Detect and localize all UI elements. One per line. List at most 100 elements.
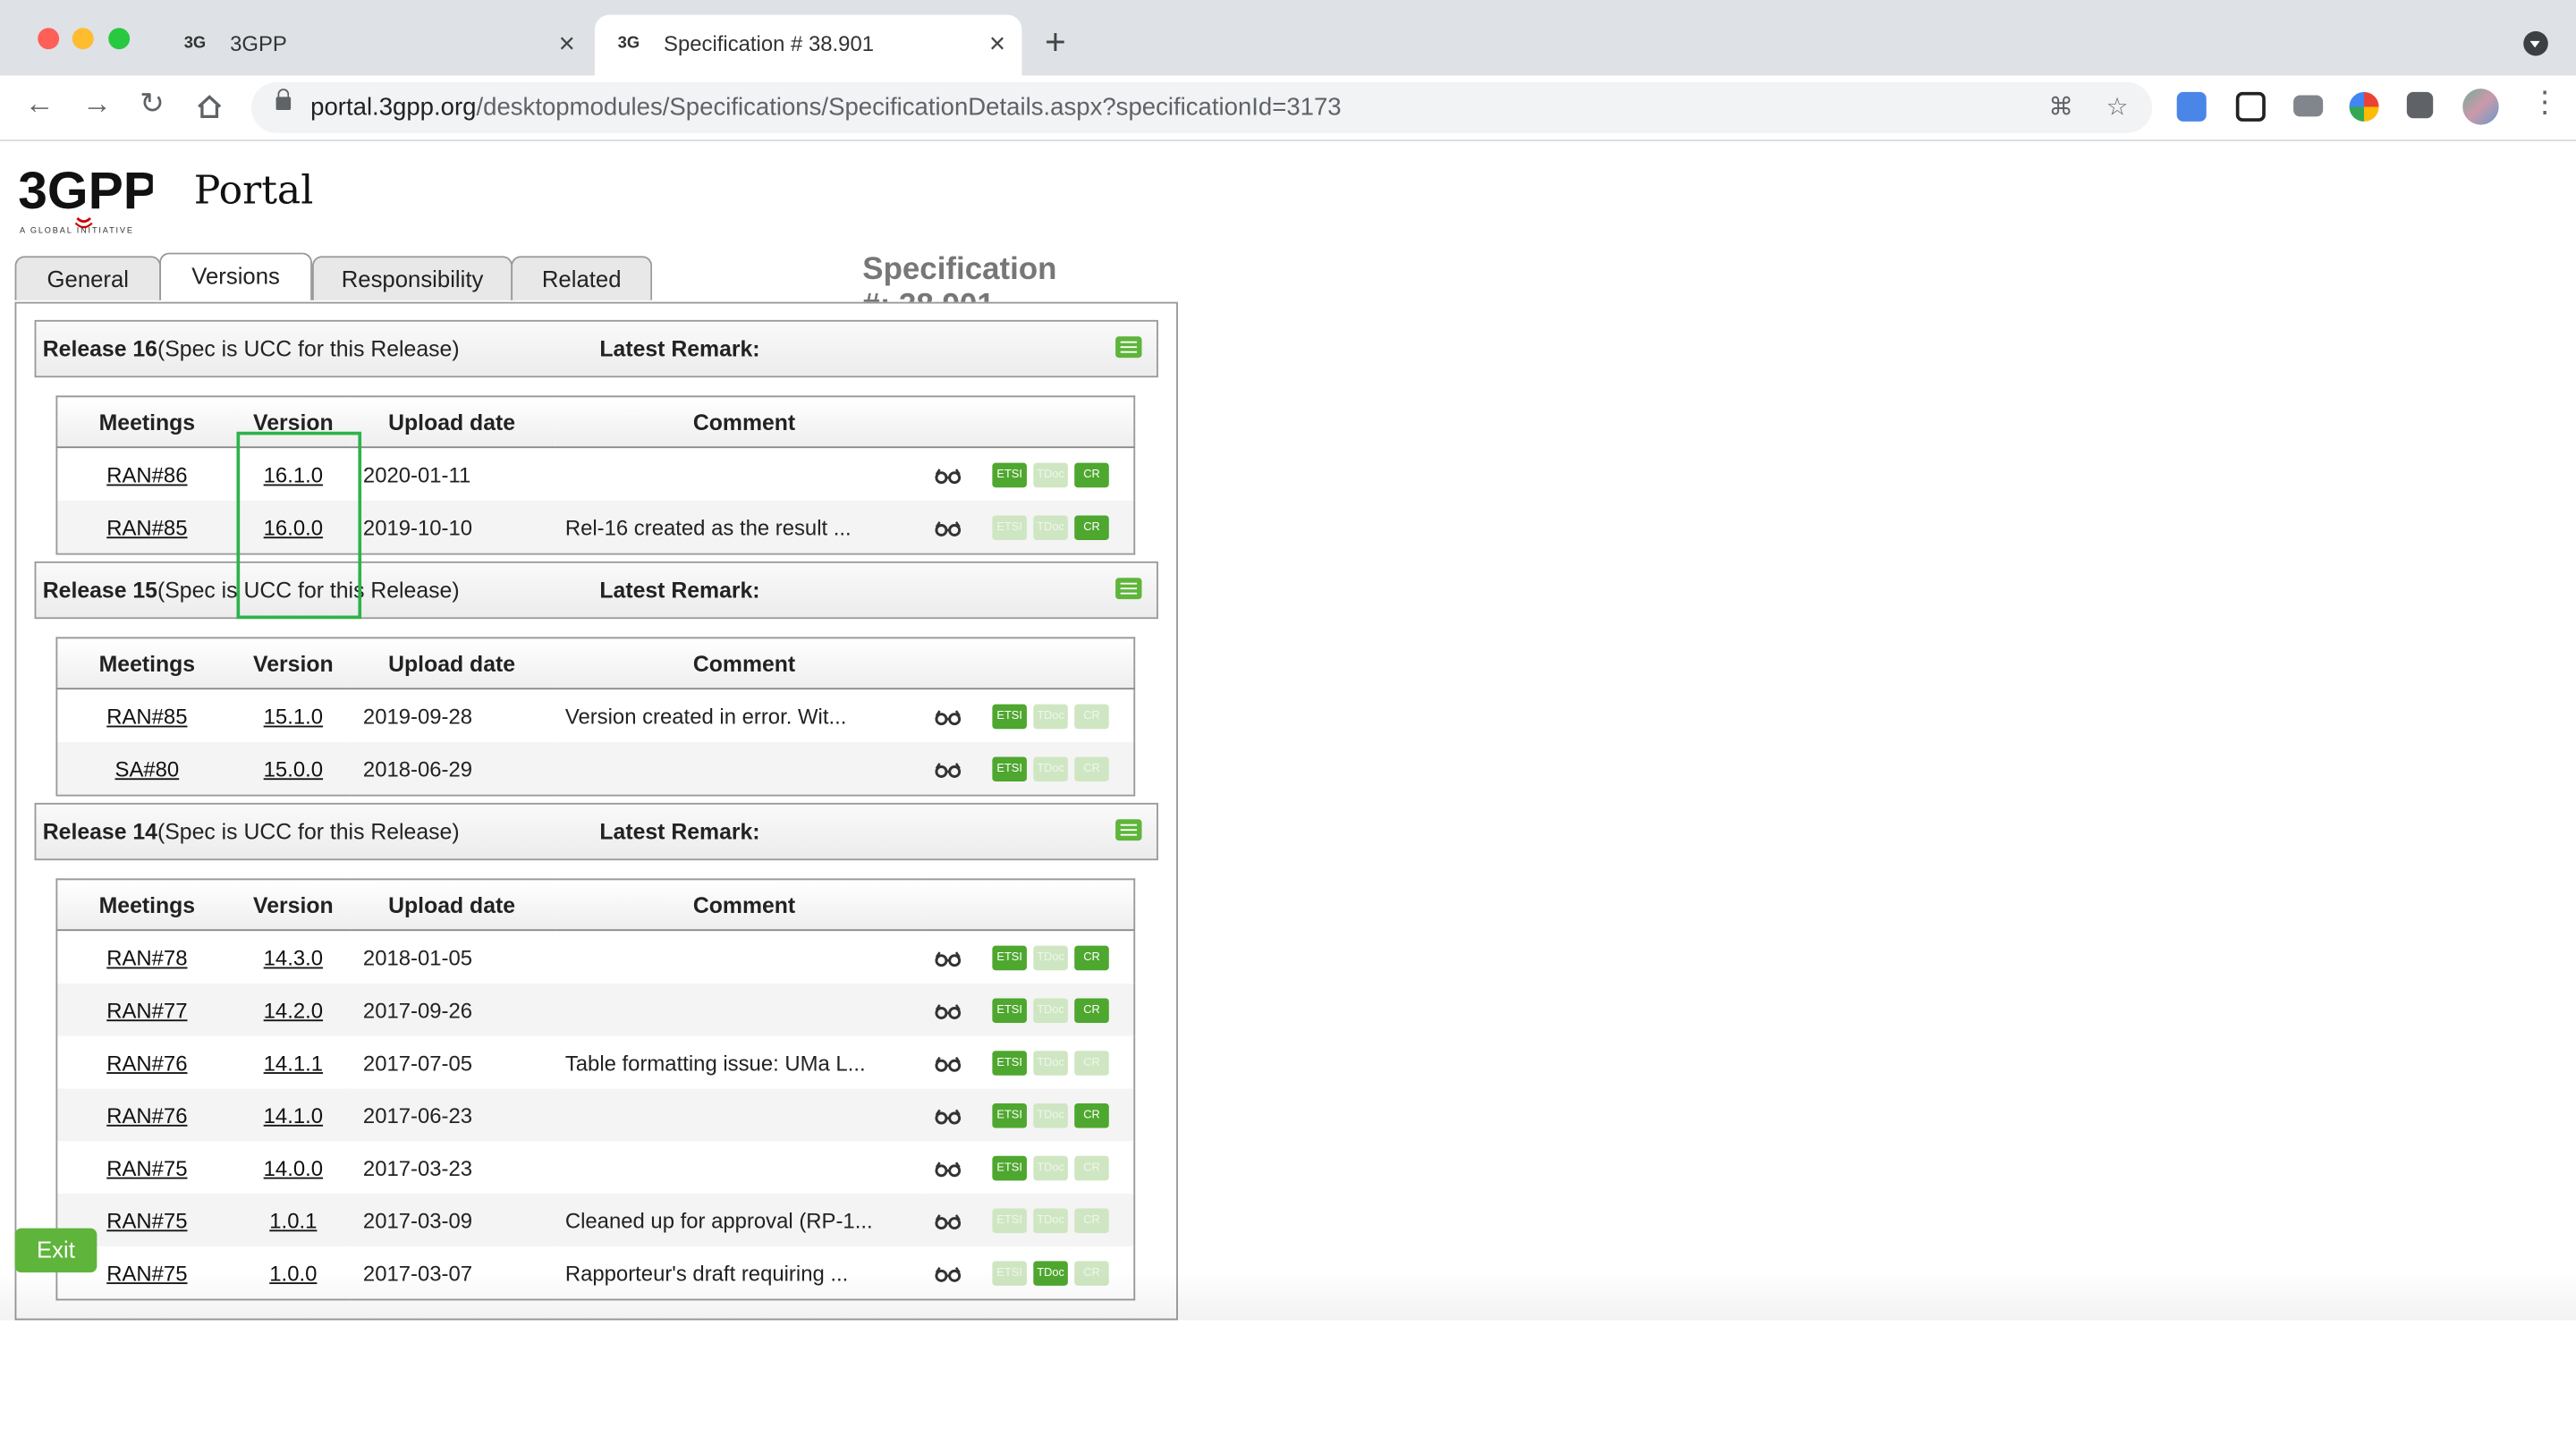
- tdoc-badge: TDoc: [1033, 515, 1068, 541]
- version-link[interactable]: 14.1.0: [264, 1102, 323, 1128]
- etsi-badge[interactable]: ETSI: [992, 1103, 1027, 1128]
- meeting-link[interactable]: RAN#75: [106, 1155, 187, 1180]
- bookmark-star-icon[interactable]: ☆: [2106, 92, 2129, 122]
- etsi-badge[interactable]: ETSI: [992, 945, 1027, 971]
- view-glasses-icon[interactable]: [935, 1055, 962, 1071]
- release-name: Release 14: [42, 819, 157, 844]
- extensions-puzzle-icon[interactable]: [2406, 91, 2434, 119]
- remark-comment-icon[interactable]: [1115, 819, 1142, 841]
- version-link[interactable]: 15.1.0: [264, 704, 323, 729]
- view-glasses-icon[interactable]: [935, 467, 962, 484]
- meeting-link[interactable]: RAN#76: [106, 1102, 187, 1128]
- maximize-window-button[interactable]: [108, 28, 131, 50]
- translate-icon[interactable]: ⌘: [2048, 92, 2073, 122]
- meeting-link[interactable]: RAN#85: [106, 704, 187, 729]
- column-header-actions: [925, 879, 1135, 932]
- new-tab-icon[interactable]: +: [1045, 21, 1066, 64]
- home-icon[interactable]: [196, 94, 224, 120]
- upload-date: 2017-03-09: [350, 1194, 555, 1246]
- versions-table: Meetings Version Upload date Comment RAN#86 1…: [55, 395, 1136, 555]
- browser-tab-specification[interactable]: 3G Specification # 38.901 ×: [594, 14, 1022, 76]
- view-glasses-icon[interactable]: [935, 519, 962, 536]
- camera-extension-icon[interactable]: [2293, 95, 2324, 117]
- comment-text: Table formatting issue: UMa L...: [564, 1050, 866, 1075]
- comment-text: [555, 741, 926, 796]
- tab-responsibility[interactable]: Responsibility: [311, 256, 513, 300]
- minimize-window-button[interactable]: [72, 28, 94, 50]
- meeting-link[interactable]: SA#80: [115, 756, 180, 781]
- cr-badge[interactable]: CR: [1074, 945, 1109, 971]
- view-glasses-icon[interactable]: [935, 950, 962, 967]
- version-link[interactable]: 14.1.1: [264, 1050, 323, 1075]
- view-glasses-icon[interactable]: [935, 708, 962, 725]
- meeting-link[interactable]: RAN#86: [106, 462, 187, 487]
- version-link[interactable]: 1.0.1: [269, 1208, 317, 1233]
- version-link[interactable]: 14.0.0: [264, 1155, 323, 1180]
- forward-icon[interactable]: →: [82, 87, 112, 122]
- meeting-link[interactable]: RAN#75: [106, 1208, 187, 1233]
- etsi-badge[interactable]: ETSI: [992, 1155, 1027, 1181]
- view-glasses-icon[interactable]: [935, 1002, 962, 1019]
- version-link[interactable]: 14.3.0: [264, 945, 323, 970]
- address-bar[interactable]: portal.3gpp.org/desktopmodules/Specifica…: [251, 81, 2153, 133]
- 3gpp-favicon-icon: 3G: [618, 32, 640, 51]
- etsi-badge: ETSI: [992, 515, 1027, 541]
- chrome-extension-icon[interactable]: [2349, 91, 2379, 122]
- browser-tab-3gpp[interactable]: 3G 3GPP ×: [161, 15, 591, 76]
- table-row: RAN#85 15.1.0 2019-09-28 Version created in…: [56, 688, 1134, 742]
- etsi-badge[interactable]: ETSI: [992, 462, 1027, 488]
- reload-icon[interactable]: ↻: [140, 87, 165, 122]
- exit-button[interactable]: Exit: [14, 1228, 97, 1273]
- column-header-comment: Comment: [555, 879, 926, 932]
- view-glasses-icon[interactable]: [935, 761, 962, 778]
- tab-related[interactable]: Related: [511, 256, 653, 300]
- cr-badge: CR: [1074, 756, 1109, 782]
- view-glasses-icon[interactable]: [935, 1212, 962, 1229]
- remark-comment-icon[interactable]: [1115, 336, 1142, 359]
- etsi-badge[interactable]: ETSI: [992, 998, 1027, 1024]
- etsi-badge[interactable]: ETSI: [992, 756, 1027, 782]
- meeting-link[interactable]: RAN#77: [106, 998, 187, 1023]
- release-name: Release 15: [42, 578, 157, 603]
- upload-date: 2017-03-23: [362, 1154, 473, 1180]
- upload-date: 2018-06-29: [350, 741, 555, 796]
- page-bottom-fade: [0, 1271, 2576, 1321]
- etsi-badge[interactable]: ETSI: [992, 1051, 1027, 1076]
- meeting-link[interactable]: RAN#78: [106, 945, 187, 970]
- browser-menu-icon[interactable]: ⋮: [2530, 86, 2560, 121]
- meeting-link[interactable]: RAN#76: [106, 1050, 187, 1075]
- column-header-comment: Comment: [555, 396, 926, 449]
- column-header-upload-date: Upload date: [350, 879, 555, 932]
- remark-comment-icon[interactable]: [1115, 578, 1142, 600]
- close-tab-icon[interactable]: ×: [559, 28, 575, 61]
- lock-icon[interactable]: [275, 89, 292, 111]
- meeting-link[interactable]: RAN#85: [106, 515, 187, 540]
- notion-extension-icon[interactable]: [2235, 91, 2266, 122]
- column-header-meetings: Meetings: [56, 879, 237, 932]
- table-row: RAN#85 16.0.0 2019-10-10 Rel-16 created as …: [56, 500, 1135, 554]
- version-link[interactable]: 14.2.0: [264, 998, 323, 1023]
- cr-badge[interactable]: CR: [1074, 998, 1109, 1024]
- tab-bar: 3G 3GPP × 3G Specification # 38.901 × +: [0, 0, 2576, 76]
- tab-search-icon[interactable]: [2523, 30, 2548, 56]
- view-glasses-icon[interactable]: [935, 1108, 962, 1124]
- cr-badge[interactable]: CR: [1074, 1103, 1109, 1128]
- tab-versions[interactable]: Versions: [159, 252, 312, 300]
- profile-avatar[interactable]: [2462, 89, 2499, 125]
- cr-badge[interactable]: CR: [1074, 462, 1109, 488]
- google-translate-extension-icon[interactable]: [2176, 91, 2207, 122]
- etsi-badge[interactable]: ETSI: [992, 704, 1027, 730]
- upload-date: 2017-07-05: [362, 1050, 473, 1075]
- url-text[interactable]: portal.3gpp.org/desktopmodules/Specifica…: [310, 94, 1341, 122]
- tdoc-badge: TDoc: [1033, 704, 1068, 730]
- versions-table: Meetings Version Upload date Comment RAN#78 1…: [55, 878, 1136, 1301]
- view-glasses-icon[interactable]: [935, 1160, 962, 1177]
- logo-subtitle: A GLOBAL INITIATIVE: [20, 226, 134, 237]
- back-icon[interactable]: ←: [25, 87, 55, 122]
- tdoc-badge: TDoc: [1033, 945, 1068, 971]
- version-link[interactable]: 15.0.0: [264, 756, 323, 781]
- close-tab-icon[interactable]: ×: [989, 28, 1005, 61]
- tab-general[interactable]: General: [14, 256, 162, 300]
- close-window-button[interactable]: [38, 28, 60, 50]
- cr-badge[interactable]: CR: [1074, 515, 1109, 541]
